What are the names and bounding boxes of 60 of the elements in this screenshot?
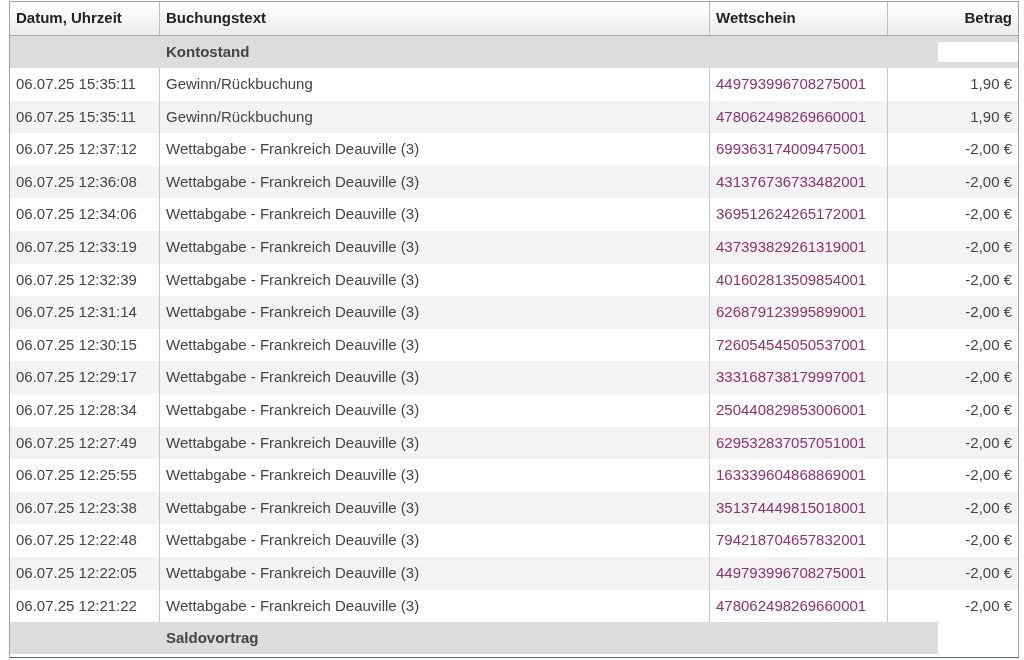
date-time-cell: 06.07.25 12:29:17 bbox=[10, 361, 160, 394]
booking-text-cell: Wettabgabe - Frankreich Deauville (3) bbox=[160, 230, 710, 264]
booking-text-cell: Gewinn/Rückbuchung bbox=[160, 68, 710, 101]
ticket-link[interactable]: 449793996708275001 bbox=[716, 73, 867, 96]
ticket-link[interactable]: 250440829853006001 bbox=[716, 399, 867, 422]
date-time-cell: 06.07.25 15:35:11 bbox=[10, 68, 160, 101]
amount-cell-text: -2,00 € bbox=[964, 367, 1013, 388]
amount-cell-text: -2,00 € bbox=[964, 171, 1013, 192]
amount-cell-text: -2,00 € bbox=[964, 139, 1013, 160]
ticket-link[interactable]: 431376736733482001 bbox=[716, 170, 867, 194]
ticket-link[interactable]: 726054545050537001 bbox=[716, 333, 867, 357]
ticket-link[interactable]: 163339604868869001 bbox=[716, 464, 867, 487]
ticket-link[interactable]: 437393829261319001 bbox=[716, 236, 867, 259]
amount-cell-text: -2,00 € bbox=[964, 465, 1013, 486]
ticket-link[interactable]: 449793996708275001 bbox=[716, 561, 867, 585]
booking-text-cell: Wettabgabe - Frankreich Deauville (3) bbox=[160, 296, 710, 329]
ticket-link[interactable]: 401602813509854001 bbox=[716, 268, 867, 292]
amount-cell-text: -2,00 € bbox=[964, 530, 1013, 551]
amount-cell-text: -2,00 € bbox=[964, 497, 1013, 518]
column-header: Betrag bbox=[963, 8, 1013, 29]
ticket-link[interactable]: 478062498269660001 bbox=[716, 105, 867, 129]
amount-cell-text: 1,90 € bbox=[969, 106, 1013, 127]
amount-cell-text: -2,00 € bbox=[964, 562, 1013, 583]
column-header: Wettschein bbox=[710, 2, 888, 35]
carried-balance-label: Saldovortrag bbox=[165, 627, 260, 648]
amount-cell-text: -2,00 € bbox=[964, 334, 1013, 355]
ticket-link[interactable]: 794218704657832001 bbox=[716, 529, 867, 552]
booking-text-cell: Wettabgabe - Frankreich Deauville (3) bbox=[160, 133, 710, 166]
amount-cell-text: -2,00 € bbox=[964, 269, 1013, 290]
ticket-link[interactable]: 478062498269660001 bbox=[716, 594, 867, 618]
booking-text-cell: Wettabgabe - Frankreich Deauville (3) bbox=[160, 556, 710, 590]
ticket-link[interactable]: 629532837057051001 bbox=[716, 431, 867, 455]
date-time-cell: 06.07.25 12:37:12 bbox=[10, 133, 160, 166]
amount-cell-text: -2,00 € bbox=[964, 595, 1013, 616]
date-time-cell: 06.07.25 12:33:19 bbox=[10, 230, 160, 264]
booking-text-cell: Wettabgabe - Frankreich Deauville (3) bbox=[160, 524, 710, 557]
amount-cell-text: 1,90 € bbox=[969, 74, 1013, 95]
ticket-link[interactable]: 699363174009475001 bbox=[716, 138, 867, 161]
amount-cell-text: -2,00 € bbox=[964, 204, 1013, 225]
amount-cell-text: -2,00 € bbox=[964, 432, 1013, 453]
booking-text-cell: Wettabgabe - Frankreich Deauville (3) bbox=[160, 361, 710, 394]
amount-cell-text: -2,00 € bbox=[964, 400, 1013, 420]
date-time-cell: 06.07.25 12:25:55 bbox=[10, 459, 160, 492]
column-header: Datum, Uhrzeit bbox=[10, 2, 160, 35]
date-time-cell: 06.07.25 12:34:06 bbox=[10, 198, 160, 231]
amount-cell-text: -2,00 € bbox=[964, 302, 1013, 323]
opening-balance-label: Kontostand bbox=[165, 41, 251, 62]
ticket-link[interactable]: 369512624265172001 bbox=[716, 203, 867, 226]
ticket-link[interactable]: 333168738179997001 bbox=[716, 366, 867, 389]
date-time-cell: 06.07.25 12:22:48 bbox=[10, 524, 160, 557]
ticket-link[interactable]: 351374449815018001 bbox=[716, 496, 867, 520]
column-header: Buchungstext bbox=[160, 2, 710, 35]
date-time-cell: 06.07.25 12:28:34 bbox=[10, 393, 160, 427]
amount-cell-text: -2,00 € bbox=[964, 237, 1013, 257]
booking-text-cell: Wettabgabe - Frankreich Deauville (3) bbox=[160, 459, 710, 492]
ticket-link[interactable]: 626879123995899001 bbox=[716, 301, 867, 324]
date-time-cell: 06.07.25 12:31:14 bbox=[10, 296, 160, 329]
date-time-cell: 06.07.25 12:22:05 bbox=[10, 556, 160, 590]
booking-text-cell: Wettabgabe - Frankreich Deauville (3) bbox=[160, 198, 710, 231]
booking-text-cell: Wettabgabe - Frankreich Deauville (3) bbox=[160, 393, 710, 427]
